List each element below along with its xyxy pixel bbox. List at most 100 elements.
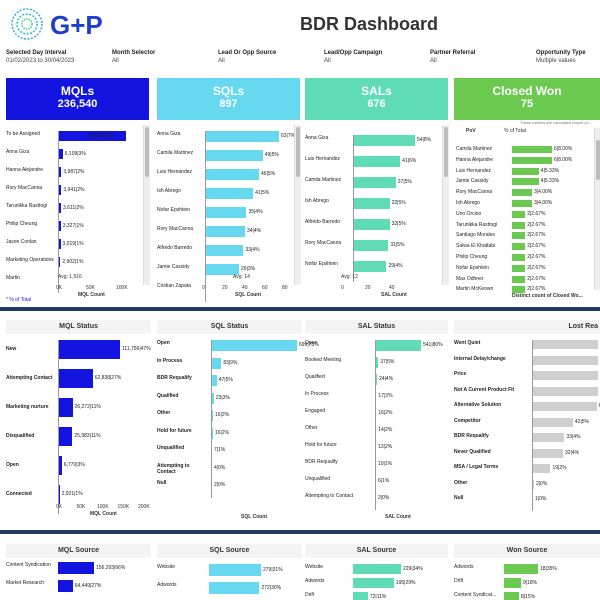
bar[interactable] — [353, 240, 389, 251]
bar[interactable] — [532, 340, 598, 349]
bar[interactable] — [532, 417, 573, 427]
bar-value: 4|5.33% — [540, 167, 560, 174]
bar[interactable] — [205, 131, 279, 142]
bar[interactable] — [512, 189, 532, 197]
bar[interactable] — [532, 464, 551, 473]
bar-label: Attempting to Contact — [157, 462, 190, 475]
scrollbar-thumb[interactable] — [444, 127, 448, 177]
bar[interactable] — [58, 340, 120, 359]
bar-label: Alternative Solution — [454, 402, 502, 408]
bar-value: 32|5% — [391, 200, 406, 206]
bar-label: Tarunikka Rasttogi — [456, 221, 498, 228]
bar[interactable] — [532, 433, 565, 442]
bar[interactable] — [353, 592, 368, 600]
scrollbar[interactable] — [294, 125, 301, 285]
bar-label: Santiago Morales — [456, 232, 495, 239]
bar[interactable] — [58, 580, 73, 592]
bar[interactable] — [353, 578, 394, 588]
kpi-sqls[interactable]: SQLs 897 — [157, 78, 300, 120]
bar[interactable] — [512, 232, 526, 240]
bar[interactable] — [512, 167, 539, 175]
axis-tick: 20 — [365, 285, 371, 291]
filter-campaign[interactable]: Lead/Opp Campaign All — [324, 49, 382, 65]
bar[interactable] — [353, 198, 390, 209]
bar[interactable] — [512, 275, 526, 283]
bar-value: 37|5% — [380, 359, 395, 365]
filter-opportunity-type[interactable]: Opportunity Type Multiple values — [536, 49, 586, 65]
scrollbar-thumb[interactable] — [596, 140, 600, 180]
bar[interactable] — [375, 340, 421, 351]
bar[interactable] — [205, 226, 245, 237]
bar[interactable] — [353, 156, 401, 167]
mql-source-chart: Content Syndication 156,293|66% Market Res… — [6, 560, 151, 600]
scrollbar-thumb[interactable] — [145, 127, 149, 177]
bar[interactable] — [205, 245, 244, 256]
bar[interactable] — [211, 340, 297, 351]
bar[interactable] — [205, 188, 254, 199]
bar[interactable] — [205, 169, 260, 180]
bar-label: Content Syndicat... — [454, 592, 497, 598]
filter-month-selector[interactable]: Month Selector All — [112, 49, 155, 65]
kpi-closed-won[interactable]: Closed Won 75 — [454, 78, 600, 120]
bar[interactable] — [512, 200, 532, 207]
bar[interactable] — [353, 177, 396, 188]
bar-label: Adwords — [305, 578, 325, 584]
bar[interactable] — [58, 427, 73, 446]
bar-label: BDR Requalify — [454, 433, 489, 439]
bar-value: 6|8.00% — [554, 156, 573, 163]
bar[interactable] — [209, 564, 261, 576]
filter-day-interval[interactable]: Selected Day Interval 01/02/2023 to 30/0… — [6, 49, 74, 65]
bar[interactable] — [532, 371, 598, 380]
scrollbar[interactable] — [143, 125, 150, 285]
bar-value: 84,833|36% — [88, 133, 115, 139]
bar-value: 3,019|1% — [62, 241, 84, 247]
bar-label: Martin McKeown — [456, 286, 494, 293]
bar[interactable] — [532, 355, 598, 365]
scrollbar[interactable] — [442, 125, 449, 285]
bar[interactable] — [353, 135, 415, 146]
bar[interactable] — [504, 564, 538, 574]
bar[interactable] — [512, 156, 552, 164]
bar-value: 46|5% — [261, 171, 276, 177]
bar[interactable] — [512, 254, 526, 261]
bar[interactable] — [205, 207, 247, 218]
kpi-sals[interactable]: SALs 676 — [305, 78, 448, 120]
bar[interactable] — [504, 578, 521, 588]
bar[interactable] — [353, 564, 401, 574]
bar[interactable] — [512, 210, 526, 218]
axis-line — [58, 340, 59, 514]
bar-value: 32|4% — [565, 449, 580, 456]
scrollbar-thumb[interactable] — [296, 127, 300, 177]
scrollbar[interactable] — [594, 128, 600, 290]
bar[interactable] — [512, 286, 526, 294]
bar-value: 272|30% — [261, 585, 282, 591]
avg-label: Avg: 12 — [341, 274, 358, 280]
bar[interactable] — [504, 592, 519, 600]
kpi-mqls[interactable]: MQLs 236,540 — [6, 78, 149, 120]
bar[interactable] — [512, 264, 526, 272]
bar[interactable] — [512, 221, 526, 229]
bar[interactable] — [205, 150, 263, 161]
bar-value: 13|2% — [378, 444, 393, 450]
bar[interactable] — [353, 219, 390, 230]
bar[interactable] — [58, 369, 93, 388]
filter-lead-source[interactable]: Lead Or Opp Source All — [218, 49, 276, 65]
bar[interactable] — [512, 178, 539, 186]
mql-status-header: MQL Status — [6, 320, 151, 334]
bar[interactable] — [58, 398, 73, 417]
bar[interactable] — [512, 146, 552, 153]
bar[interactable] — [353, 261, 387, 272]
bar-label: Rory MacCanna — [157, 226, 194, 232]
bar[interactable] — [532, 402, 597, 411]
bar-value: 3,987|2% — [63, 169, 85, 175]
filter-partner-referral[interactable]: Partner Referral All — [430, 49, 475, 65]
bar[interactable] — [532, 448, 564, 458]
bar[interactable] — [58, 562, 94, 574]
bar-value: 42|5% — [574, 418, 589, 425]
bar[interactable] — [512, 243, 526, 251]
bar[interactable] — [211, 357, 222, 369]
bar[interactable] — [209, 582, 260, 594]
bar-label: Price — [454, 371, 467, 377]
bar-value: 2|2.67% — [527, 232, 546, 239]
bar[interactable] — [532, 386, 598, 396]
